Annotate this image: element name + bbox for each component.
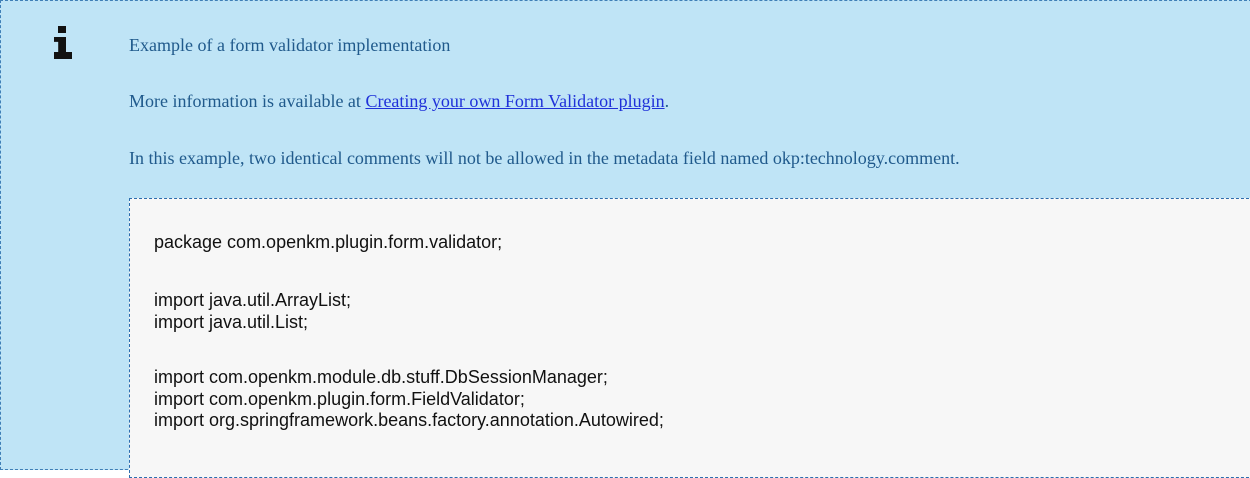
form-validator-plugin-link[interactable]: Creating your own Form Validator plugin bbox=[365, 91, 664, 111]
more-information-line: More information is available at Creatin… bbox=[129, 91, 669, 112]
info-title: Example of a form validator implementati… bbox=[129, 35, 451, 55]
more-information-suffix: . bbox=[664, 91, 670, 111]
more-information-prefix: More information is available at bbox=[129, 91, 366, 111]
code-line: import java.util.List; bbox=[154, 312, 309, 332]
code-line: import org.springframework.beans.factory… bbox=[154, 410, 664, 430]
code-block: package com.openkm.plugin.form.validator… bbox=[129, 198, 1250, 478]
code-line: import com.openkm.plugin.form.FieldValid… bbox=[154, 389, 525, 409]
example-description: In this example, two identical comments … bbox=[129, 148, 960, 168]
code-line: package com.openkm.plugin.form.validator… bbox=[154, 232, 503, 252]
code-line: import java.util.ArrayList; bbox=[154, 290, 352, 310]
code-line: import com.openkm.module.db.stuff.DbSess… bbox=[154, 367, 608, 387]
info-box: Example of a form validator implementati… bbox=[0, 0, 1250, 478]
info-icon bbox=[54, 26, 72, 66]
